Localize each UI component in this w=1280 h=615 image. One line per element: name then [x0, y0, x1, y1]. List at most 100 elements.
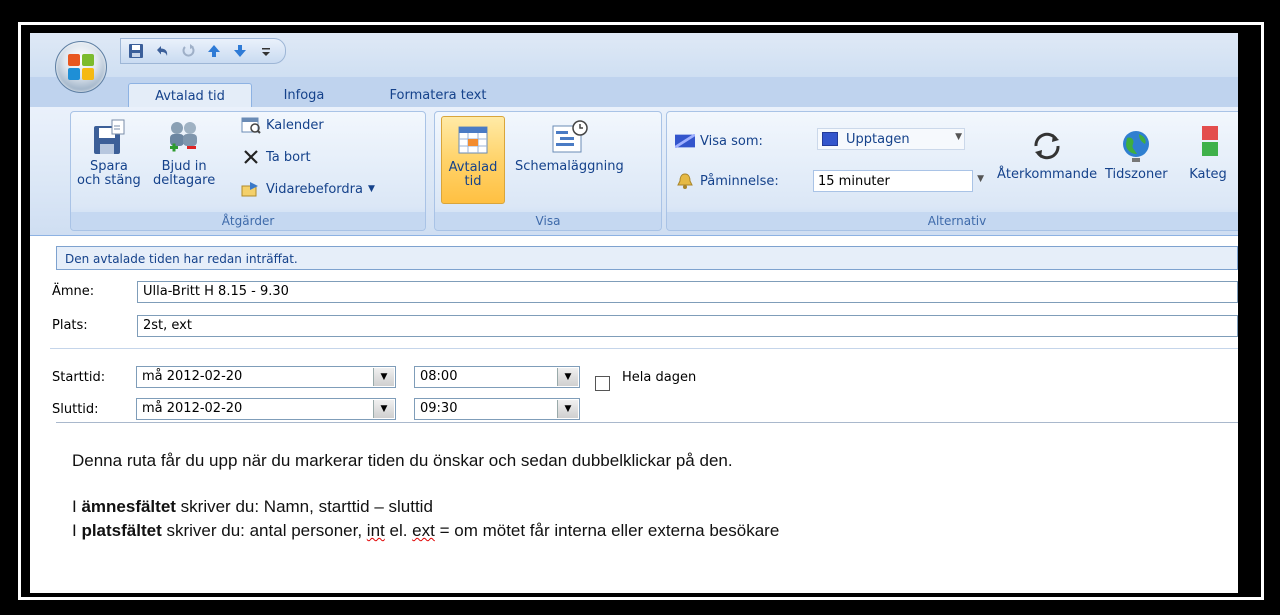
arrow-up-icon[interactable]	[205, 42, 223, 60]
appointment-icon	[458, 126, 488, 154]
tab-avtalad-tid[interactable]: Avtalad tid	[128, 83, 252, 108]
end-time-dropdown[interactable]: 09:30 ▼	[414, 398, 580, 420]
body-line-3-el: el.	[384, 521, 413, 540]
forward-label: Vidarebefordra	[266, 181, 363, 197]
all-day-label: Hela dagen	[622, 370, 697, 385]
start-time-label: Starttid:	[52, 370, 106, 385]
recurrence-button[interactable]: Återkommande	[997, 126, 1097, 182]
save-close-line2: och stäng	[77, 173, 141, 188]
scheduling-button[interactable]: Schemaläggning	[515, 118, 624, 174]
ribbon-tab-row: Avtalad tid Infoga Formatera text	[30, 77, 1238, 108]
delete-button[interactable]: Ta bort	[241, 148, 311, 166]
appointment-line1: Avtalad	[448, 160, 498, 175]
recurrence-label: Återkommande	[997, 167, 1098, 182]
start-date-value: må 2012-02-20	[142, 369, 243, 384]
body-line-1: Denna ruta får du upp när du markerar ti…	[72, 451, 733, 470]
show-as-label: Visa som:	[700, 133, 763, 149]
body-line-3: I platsfältet skriver du: antal personer…	[72, 521, 779, 541]
subject-label: Ämne:	[52, 284, 95, 299]
calendar-button[interactable]: Kalender	[241, 116, 324, 134]
group-label-visa: Visa	[435, 212, 661, 230]
body-line-3-mid: skriver du: antal personer,	[161, 521, 367, 540]
tab-infoga[interactable]: Infoga	[264, 83, 344, 107]
reminder-value: 15 minuter	[818, 173, 890, 189]
group-atgarder: Spara och stäng Bjud in deltagare Kalend…	[70, 111, 426, 231]
forward-button[interactable]: Vidarebefordra ▼	[241, 180, 375, 198]
end-time-label: Sluttid:	[52, 402, 99, 417]
all-day-checkbox[interactable]	[595, 376, 610, 391]
chevron-down-icon[interactable]: ▼	[373, 368, 394, 386]
reminder-label-group: Påminnelse:	[675, 172, 779, 190]
calendar-icon	[241, 116, 261, 134]
undo-icon[interactable]	[153, 42, 171, 60]
reminder-label: Påminnelse:	[700, 173, 779, 189]
group-visa: Avtalad tid Schemaläggning Visa	[434, 111, 662, 231]
save-icon[interactable]	[127, 42, 145, 60]
start-time-value: 08:00	[420, 369, 458, 384]
chevron-down-icon: ▼	[955, 132, 962, 142]
chevron-down-icon[interactable]: ▼	[373, 400, 394, 418]
show-as-dropdown[interactable]: Upptagen ▼	[817, 128, 965, 150]
body-line-3-int: int	[366, 521, 385, 540]
delete-label: Ta bort	[266, 149, 311, 165]
delete-x-icon	[241, 148, 261, 166]
globe-icon	[1123, 131, 1150, 162]
recurrence-icon	[1034, 132, 1060, 160]
categorize-button[interactable]: Kateg	[1189, 126, 1227, 182]
forward-icon	[241, 180, 261, 198]
invite-attendees-button[interactable]: Bjud in deltagare	[153, 118, 215, 188]
time-zones-button[interactable]: Tidszoner	[1105, 126, 1168, 182]
redo-icon[interactable]	[179, 42, 197, 60]
show-as-value: Upptagen	[846, 131, 910, 147]
start-time-dropdown[interactable]: 08:00 ▼	[414, 366, 580, 388]
bell-icon	[675, 172, 695, 190]
chevron-down-icon: ▼	[977, 174, 984, 184]
chevron-down-icon: ▼	[367, 184, 375, 194]
reminder-dropdown[interactable]: 15 minuter ▼	[813, 170, 984, 192]
location-label: Plats:	[52, 318, 88, 333]
body-line-2: I ämnesfältet skriver du: Namn, starttid…	[72, 497, 433, 517]
save-close-line1: Spara	[90, 159, 128, 174]
quick-access-toolbar	[120, 38, 286, 64]
chevron-down-icon[interactable]: ▼	[557, 400, 578, 418]
show-as-icon	[675, 132, 695, 150]
customize-toolbar-icon[interactable]	[257, 42, 275, 60]
arrow-down-icon[interactable]	[231, 42, 249, 60]
appointment-line2: tid	[464, 174, 482, 189]
end-date-value: må 2012-02-20	[142, 401, 243, 416]
categorize-label: Kateg	[1189, 167, 1227, 182]
scheduling-icon	[552, 120, 589, 153]
info-bar: Den avtalade tiden har redan inträffat.	[56, 246, 1238, 270]
body-text-area[interactable]: Denna ruta får du upp när du markerar ti…	[56, 422, 1238, 593]
tab-formatera-text[interactable]: Formatera text	[372, 83, 504, 107]
group-alternativ: Visa som: Upptagen ▼ Påminnelse: 15 minu…	[666, 111, 1238, 231]
location-input[interactable]: 2st, ext	[137, 315, 1238, 337]
group-label-atgarder: Åtgärder	[71, 212, 425, 230]
save-and-close-button[interactable]: Spara och stäng	[77, 118, 141, 188]
office-button[interactable]	[55, 41, 107, 93]
appointment-view-button[interactable]: Avtalad tid	[441, 116, 505, 204]
busy-color-icon	[822, 132, 838, 146]
invite-line2: deltagare	[153, 173, 216, 188]
body-line-2-bold: ämnesfältet	[81, 497, 176, 516]
end-date-dropdown[interactable]: må 2012-02-20 ▼	[136, 398, 396, 420]
scheduling-label: Schemaläggning	[515, 159, 624, 174]
subject-input[interactable]: Ulla-Britt H 8.15 - 9.30	[137, 281, 1238, 303]
end-time-value: 09:30	[420, 401, 458, 416]
outlook-appointment-window: Avtalad tid Infoga Formatera text Spara …	[30, 33, 1238, 593]
appointment-form: Den avtalade tiden har redan inträffat. …	[30, 236, 1238, 593]
invite-line1: Bjud in	[161, 159, 207, 174]
calendar-label: Kalender	[266, 117, 324, 133]
ribbon: Spara och stäng Bjud in deltagare Kalend…	[30, 107, 1238, 236]
office-logo-icon	[68, 54, 94, 80]
chevron-down-icon[interactable]: ▼	[557, 368, 578, 386]
categorize-icon	[1202, 126, 1218, 156]
start-date-dropdown[interactable]: må 2012-02-20 ▼	[136, 366, 396, 388]
body-line-3-ext: ext	[412, 521, 435, 540]
body-line-3-bold: platsfältet	[81, 521, 162, 540]
time-zones-label: Tidszoner	[1105, 167, 1168, 182]
screenshot-frame: Avtalad tid Infoga Formatera text Spara …	[0, 0, 1280, 615]
body-line-2-rest: skriver du: Namn, starttid – sluttid	[175, 497, 433, 516]
people-icon	[170, 122, 198, 152]
title-bar	[30, 33, 1238, 77]
